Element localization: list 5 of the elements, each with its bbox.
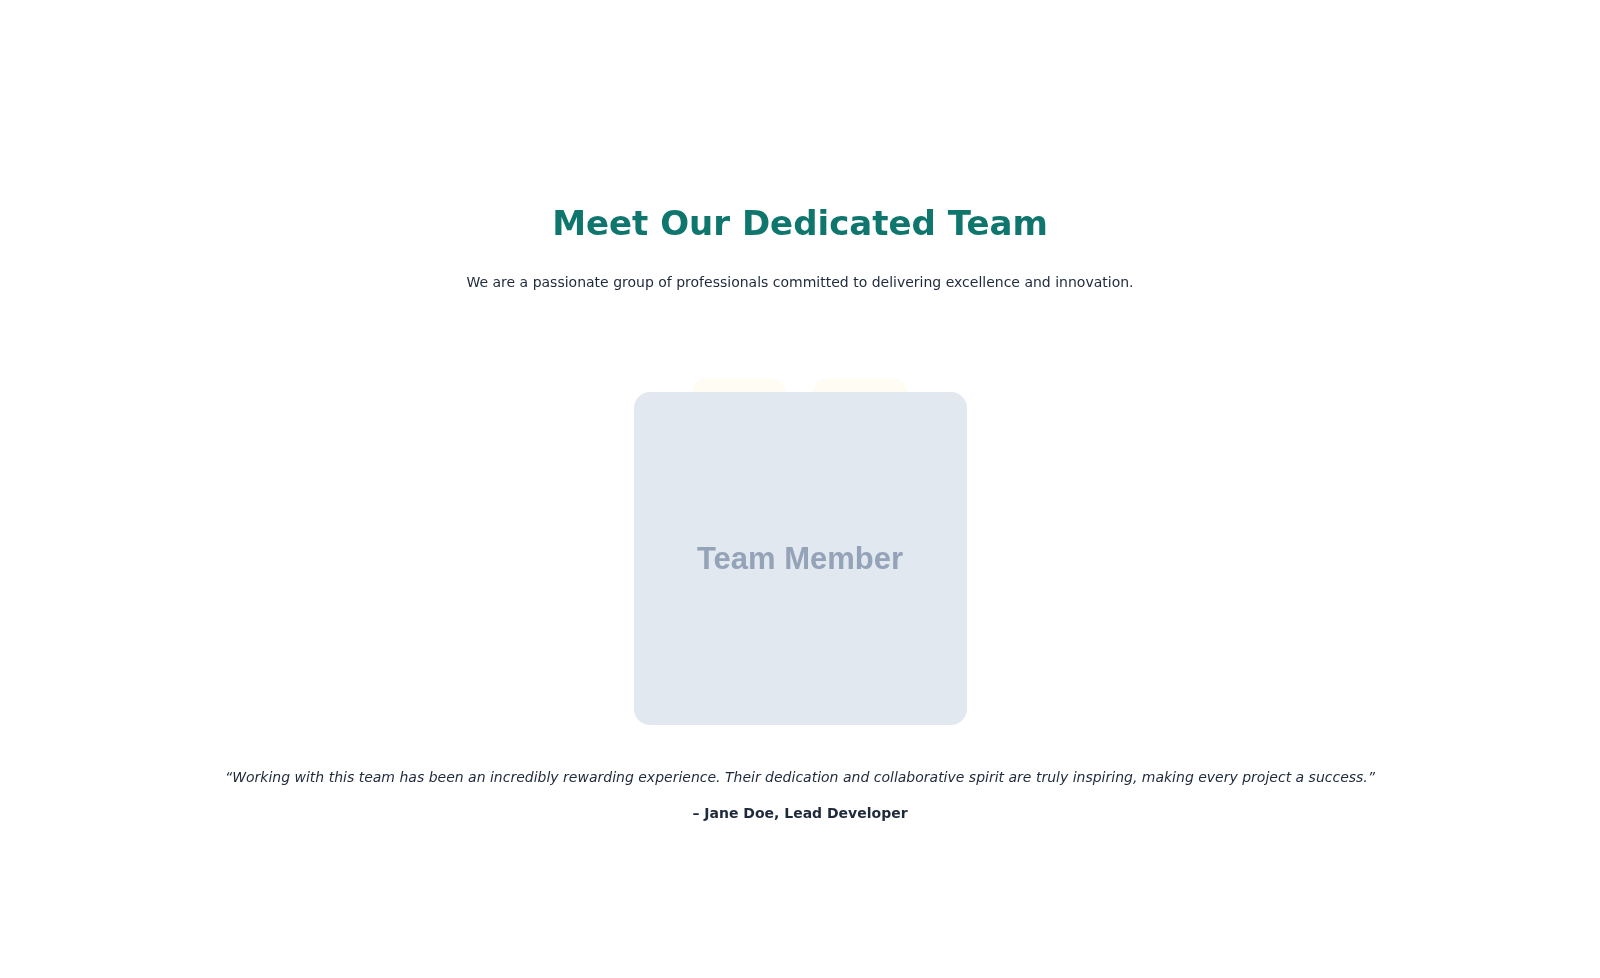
section-heading: Meet Our Dedicated Team [552, 202, 1048, 245]
testimonial-author: – Jane Doe, Lead Developer [692, 804, 908, 823]
testimonial-quote: “Working with this team has been an incredibly rewarding experience. Their dedication and collaborative spirit are truly inspiring, making every project a success.” [224, 768, 1376, 787]
intro-text: We are a passionate group of professionals committed to delivering excellence and innovation. [466, 273, 1134, 292]
card-label: Team Member [696, 540, 904, 577]
